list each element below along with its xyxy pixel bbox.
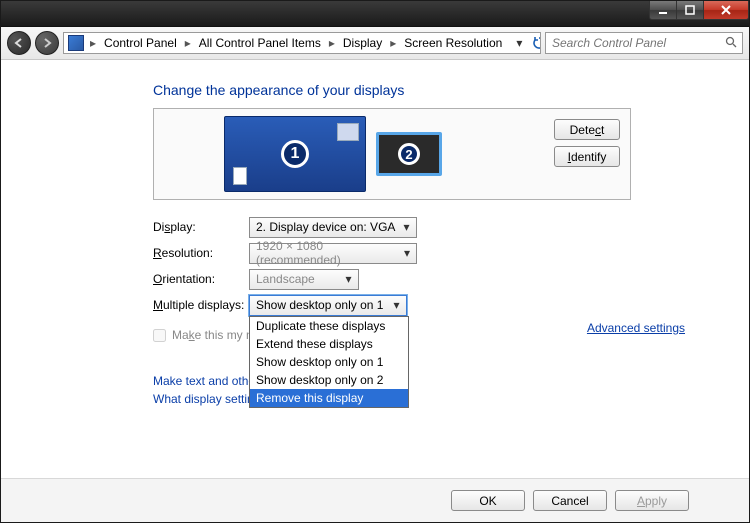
resolution-label: Resolution: (153, 246, 249, 260)
dd-option-extend[interactable]: Extend these displays (250, 335, 408, 353)
dd-option-only1[interactable]: Show desktop only on 1 (250, 353, 408, 371)
detect-button[interactable]: Detect (554, 119, 620, 140)
cancel-button[interactable]: Cancel (533, 490, 607, 511)
search-icon (724, 36, 738, 51)
chevron-right-icon: ▸ (327, 36, 337, 50)
crumb-all-items[interactable]: All Control Panel Items (195, 36, 325, 50)
caption-buttons (650, 1, 749, 20)
dd-option-only2[interactable]: Show desktop only on 2 (250, 371, 408, 389)
resolution-value: 1920 × 1080 (recommended) (256, 239, 400, 267)
chevron-down-icon: ▾ (400, 246, 414, 261)
text-size-link[interactable]: Make text and othe (153, 374, 255, 388)
crumb-screen-resolution[interactable]: Screen Resolution (400, 36, 506, 50)
orientation-combobox[interactable]: Landscape ▾ (249, 269, 359, 290)
search-input[interactable] (550, 35, 724, 51)
chevron-down-icon: ▾ (389, 298, 404, 313)
chevron-right-icon: ▸ (388, 36, 398, 50)
crumb-display[interactable]: Display (339, 36, 386, 50)
apply-button[interactable]: Apply (615, 490, 689, 511)
advanced-settings-link[interactable]: Advanced settings (587, 321, 685, 335)
forward-button[interactable] (35, 31, 59, 55)
chevron-down-icon: ▾ (399, 220, 414, 235)
control-panel-icon (68, 35, 84, 51)
monitor-2-number: 2 (398, 143, 420, 165)
main-display-checkbox[interactable] (153, 329, 166, 342)
multiple-displays-label: Multiple displays: (153, 298, 249, 312)
display-combobox[interactable]: 2. Display device on: VGA ▾ (249, 217, 417, 238)
resolution-combobox[interactable]: 1920 × 1080 (recommended) ▾ (249, 243, 417, 264)
chevron-down-icon: ▾ (341, 272, 356, 287)
chevron-right-icon: ▸ (88, 36, 98, 50)
help-links: Make text and othe What display settings… (153, 372, 697, 408)
orientation-label: Orientation: (153, 272, 249, 286)
close-button[interactable] (703, 1, 749, 20)
maximize-button[interactable] (676, 1, 704, 20)
ok-button[interactable]: OK (451, 490, 525, 511)
dialog-footer: OK Cancel Apply (1, 478, 749, 522)
multiple-displays-combobox[interactable]: Show desktop only on 1 ▾ (249, 295, 407, 316)
monitor-2[interactable]: 2 (376, 132, 442, 176)
chevron-right-icon: ▸ (183, 36, 193, 50)
display-value: 2. Display device on: VGA (256, 220, 395, 234)
dd-option-duplicate[interactable]: Duplicate these displays (250, 317, 408, 335)
history-dropdown-button[interactable]: ▾ (510, 34, 528, 52)
display-label: Display: (153, 220, 249, 234)
screen-resolution-window: ▸ Control Panel ▸ All Control Panel Item… (0, 0, 750, 523)
monitor-1[interactable]: 1 (224, 116, 366, 192)
multiple-displays-value: Show desktop only on 1 (256, 298, 383, 312)
page-title: Change the appearance of your displays (153, 82, 697, 98)
identify-button[interactable]: Identify (554, 146, 620, 167)
dd-option-remove[interactable]: Remove this display (250, 389, 408, 407)
refresh-button[interactable] (530, 34, 541, 52)
nav-row: ▸ Control Panel ▸ All Control Panel Item… (1, 27, 749, 60)
address-bar[interactable]: ▸ Control Panel ▸ All Control Panel Item… (63, 32, 541, 54)
crumb-control-panel[interactable]: Control Panel (100, 36, 181, 50)
content-area: Change the appearance of your displays 1… (1, 60, 749, 418)
multiple-displays-dropdown: Duplicate these displays Extend these di… (249, 316, 409, 408)
minimize-button[interactable] (649, 1, 677, 20)
back-button[interactable] (7, 31, 31, 55)
titlebar (1, 1, 749, 27)
monitor-1-number: 1 (281, 140, 309, 168)
display-preview-box: 1 2 Detect Identify (153, 108, 631, 200)
settings-form: Display: 2. Display device on: VGA ▾ Res… (153, 214, 697, 318)
orientation-value: Landscape (256, 272, 315, 286)
search-box[interactable] (545, 32, 743, 54)
